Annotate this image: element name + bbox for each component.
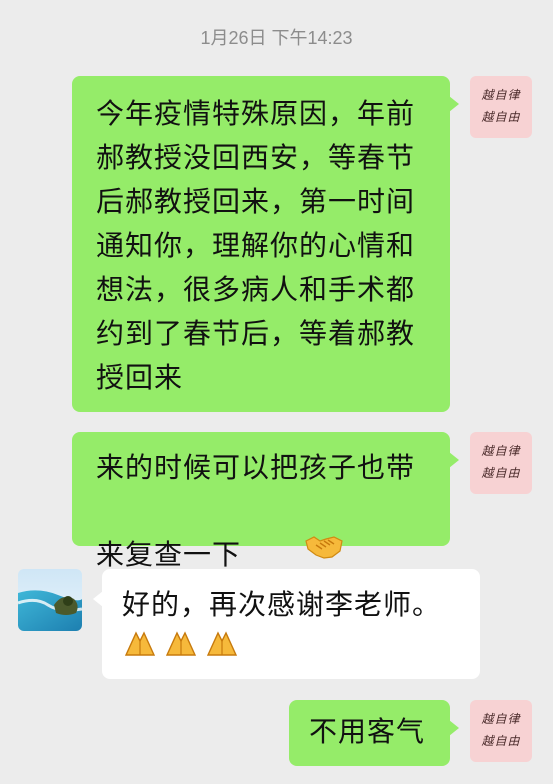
contact-avatar[interactable]	[18, 569, 82, 631]
outgoing-message-bubble[interactable]: 不用客气	[289, 700, 459, 766]
avatar-text-line2: 越自由	[481, 110, 521, 124]
outgoing-message-bubble[interactable]: 今年疫情特殊原因，年前 郝教授没回西安，等春节 后郝教授回来，第一时间 通知你，…	[72, 76, 459, 412]
self-avatar[interactable]: 越自律 越自由	[470, 700, 532, 762]
message-text: 今年疫情特殊原因，年前 郝教授没回西安，等春节 后郝教授回来，第一时间 通知你，…	[96, 97, 416, 394]
message-timestamp: 1月26日 下午14:23	[200, 28, 353, 48]
self-avatar[interactable]: 越自律 越自由	[470, 432, 532, 494]
beach-island-photo-icon	[18, 569, 82, 631]
avatar-text-line1: 越自律	[481, 88, 521, 102]
folded-hands-emoji-row	[122, 627, 470, 663]
avatar-text-line2: 越自由	[481, 734, 521, 748]
folded-hands-emoji-icon	[204, 627, 240, 663]
avatar-text-line2: 越自由	[481, 466, 521, 480]
avatar-text-line1: 越自律	[481, 712, 521, 726]
message-text: 不用客气	[309, 715, 426, 748]
incoming-message-bubble[interactable]: 好的，再次感谢李老师。	[93, 569, 480, 679]
folded-hands-emoji-icon	[122, 627, 158, 663]
folded-hands-emoji-icon	[163, 627, 199, 663]
avatar-text-line1: 越自律	[481, 444, 521, 458]
outgoing-message-bubble[interactable]: 来的时候可以把孩子也带 来复查一下	[72, 432, 459, 571]
self-avatar[interactable]: 越自律 越自由	[470, 76, 532, 138]
message-text: 好的，再次感谢李老师。	[122, 588, 442, 621]
